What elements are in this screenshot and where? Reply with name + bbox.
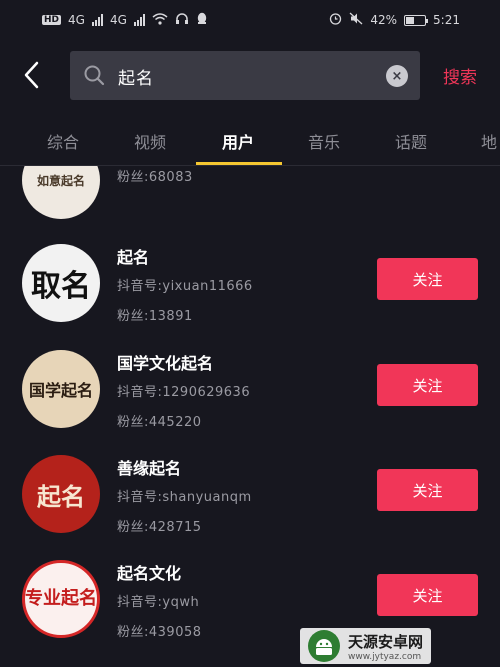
douyin-id: 抖音号:shanyuanqm bbox=[117, 490, 252, 505]
battery-level bbox=[406, 16, 414, 24]
search-header: 起名 × 搜索 bbox=[0, 50, 500, 100]
hd-badge: HD bbox=[42, 15, 62, 25]
signal-bars-icon bbox=[91, 14, 103, 26]
avatar[interactable]: 取名 bbox=[22, 244, 100, 322]
tab-comprehensive[interactable]: 综合 bbox=[47, 129, 79, 153]
tab-users[interactable]: 用户 bbox=[222, 129, 254, 153]
follow-button[interactable]: 关注 bbox=[377, 574, 478, 616]
android-logo-icon bbox=[308, 630, 340, 662]
list-item[interactable]: 如意起名 抖音号:1078319701 粉丝:68083 关注 bbox=[0, 166, 500, 239]
chevron-left-icon bbox=[24, 61, 39, 89]
tab-topics[interactable]: 话题 bbox=[395, 129, 427, 153]
search-query[interactable]: 起名 bbox=[118, 64, 154, 89]
user-list: 如意起名 抖音号:1078319701 粉丝:68083 关注 取名 起名 抖音… bbox=[0, 166, 500, 667]
tab-places[interactable]: 地 bbox=[481, 129, 497, 153]
search-input[interactable]: 起名 × bbox=[70, 51, 420, 100]
douyin-id: 抖音号:1290629636 bbox=[117, 385, 251, 400]
fans-count: 粉丝:13891 bbox=[117, 309, 193, 324]
douyin-id: 抖音号:yqwh bbox=[117, 595, 200, 610]
douyin-id: 抖音号:yixuan11666 bbox=[117, 279, 253, 294]
avatar[interactable]: 国学起名 bbox=[22, 350, 100, 428]
tab-videos[interactable]: 视频 bbox=[134, 129, 166, 153]
fans-count: 粉丝:445220 bbox=[117, 415, 202, 430]
list-item[interactable]: 国学起名 国学文化起名 抖音号:1290629636 粉丝:445220 关注 bbox=[0, 342, 500, 448]
list-item[interactable]: 取名 起名 抖音号:yixuan11666 粉丝:13891 关注 bbox=[0, 236, 500, 342]
follow-button[interactable]: 关注 bbox=[377, 258, 478, 300]
avatar[interactable]: 专业起名 bbox=[22, 560, 100, 638]
user-name[interactable]: 起名文化 bbox=[117, 560, 181, 584]
mute-icon bbox=[349, 12, 363, 28]
battery-icon bbox=[404, 14, 429, 26]
clear-search-button[interactable]: × bbox=[386, 65, 408, 87]
fans-count: 粉丝:428715 bbox=[117, 520, 202, 535]
signal-label-2: 4G bbox=[109, 13, 127, 27]
follow-button[interactable]: 关注 bbox=[377, 469, 478, 511]
tab-music[interactable]: 音乐 bbox=[308, 129, 340, 153]
follow-button[interactable]: 关注 bbox=[377, 364, 478, 406]
alarm-icon bbox=[329, 12, 342, 28]
signal-label-1: 4G bbox=[68, 13, 85, 27]
search-icon bbox=[83, 64, 105, 90]
headset-icon bbox=[175, 12, 189, 28]
qq-icon bbox=[196, 12, 208, 28]
fans-count: 粉丝:68083 bbox=[117, 170, 193, 185]
watermark-url: www.jytyaz.com bbox=[348, 651, 422, 662]
avatar[interactable]: 如意起名 bbox=[22, 166, 100, 219]
status-right: 42% 5:21 bbox=[329, 12, 460, 28]
avatar[interactable]: 起名 bbox=[22, 455, 100, 533]
watermark-title: 天源安卓网 bbox=[348, 632, 424, 651]
battery-percent: 42% bbox=[370, 13, 398, 27]
watermark-text: 天源安卓网 www.jytyaz.com bbox=[348, 631, 423, 662]
back-button[interactable] bbox=[16, 58, 46, 92]
status-left: HD 4G 4G bbox=[42, 12, 208, 28]
site-watermark: 天源安卓网 www.jytyaz.com bbox=[300, 628, 432, 664]
wifi-icon bbox=[152, 12, 168, 28]
fans-count: 粉丝:439058 bbox=[117, 625, 202, 640]
user-name[interactable]: 善缘起名 bbox=[117, 455, 181, 479]
clock: 5:21 bbox=[433, 13, 460, 27]
search-submit-button[interactable]: 搜索 bbox=[443, 63, 477, 88]
list-item[interactable]: 起名 善缘起名 抖音号:shanyuanqm 粉丝:428715 关注 bbox=[0, 447, 500, 553]
user-name[interactable]: 起名 bbox=[117, 244, 149, 268]
user-name[interactable]: 国学文化起名 bbox=[117, 350, 213, 374]
status-bar: HD 4G 4G 42% 5:21 bbox=[0, 0, 500, 40]
result-tabs: 综合 视频 用户 音乐 话题 地 bbox=[0, 123, 500, 165]
signal-bars-icon-2 bbox=[133, 14, 145, 26]
